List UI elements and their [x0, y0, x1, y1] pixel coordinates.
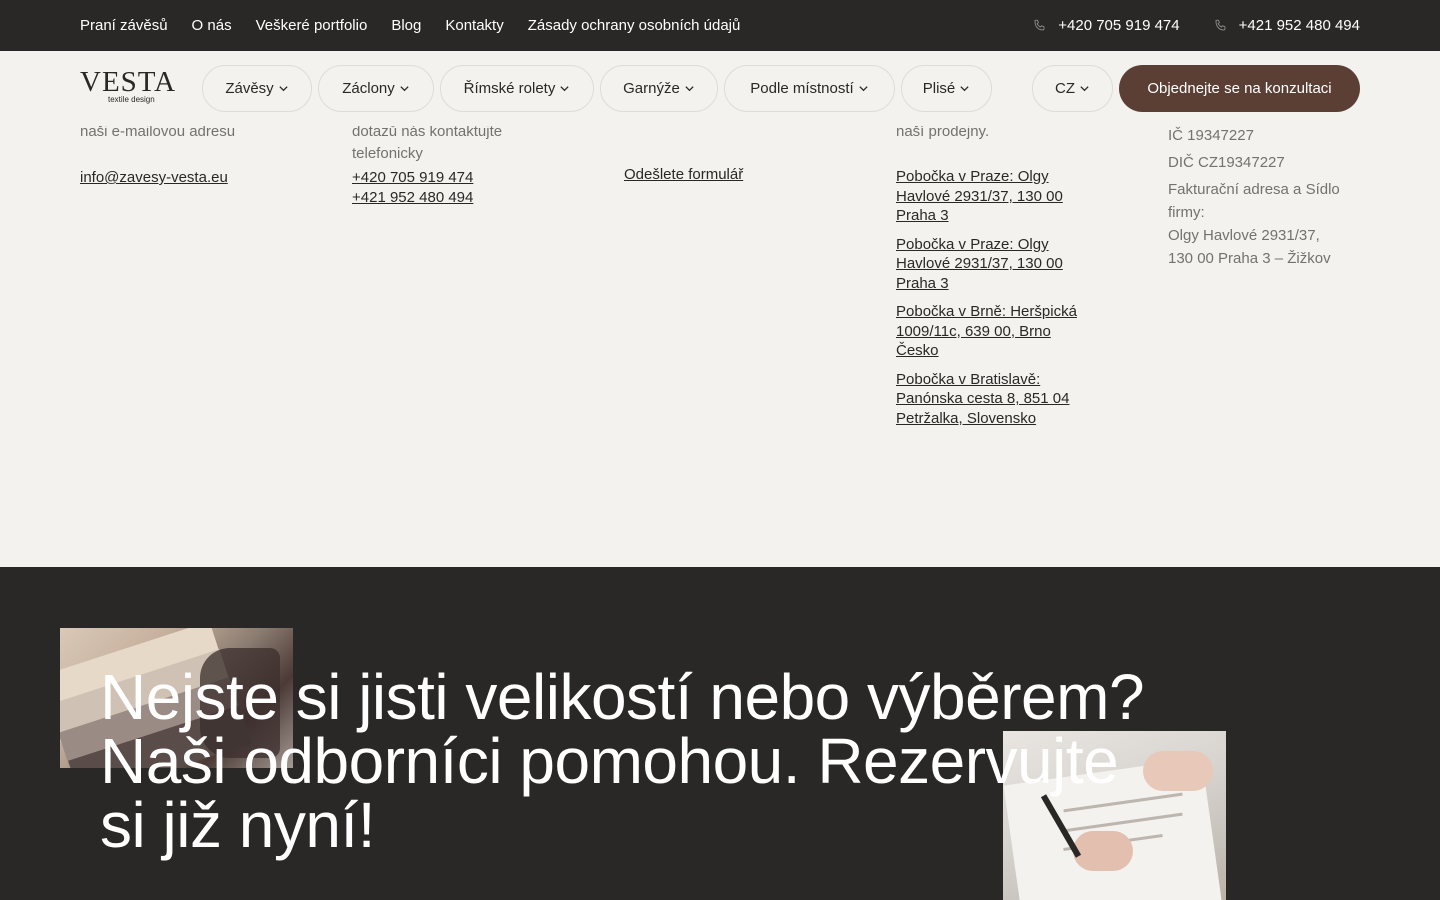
language-label: CZ [1055, 80, 1075, 97]
company-ic: IČ 19347227 [1168, 127, 1254, 144]
contact-phone-link-cz[interactable]: +420 705 919 474 [352, 168, 592, 188]
contact-email-link[interactable]: info@zavesy-vesta.eu [80, 168, 320, 188]
contact-phone-link-sk[interactable]: +421 952 480 494 [352, 188, 592, 208]
top-link-portfolio[interactable]: Veškeré portfolio [256, 17, 368, 34]
company-address-label-1: Fakturační adresa a Sídlo [1168, 181, 1340, 198]
top-phone-cz-label: +420 705 919 474 [1058, 17, 1180, 34]
store-link-line: 1009/11c, 639 00, Brno [896, 322, 1051, 340]
store-link-line: Pobočka v Bratislavě: [896, 370, 1041, 388]
nav-label: Závěsy [225, 80, 274, 97]
store-link-brno[interactable]: Pobočka v Brně: Heršpická 1009/11c, 639 … [896, 302, 1126, 361]
contact-stores-column: naší prodejny. Pobočka v Praze: Olgy Hav… [896, 121, 1126, 428]
top-phone-sk[interactable]: +421 952 480 494 [1214, 17, 1360, 34]
top-link-blog[interactable]: Blog [391, 17, 421, 34]
store-link-line: Česko [896, 342, 939, 359]
language-selector[interactable]: CZ [1032, 65, 1113, 112]
top-links: Praní závěsů O nás Veškeré portfolio Blo… [80, 0, 740, 51]
logo-wordmark: VESTA [80, 66, 177, 98]
consultation-button[interactable]: Objednejte se na konzultaci [1119, 65, 1360, 112]
nav-label: Římské rolety [463, 80, 556, 97]
chevron-down-icon [560, 86, 569, 92]
banner-headline-line: Naši odborníci pomohou. Rezervujte [100, 725, 1119, 797]
top-link-kontakty[interactable]: Kontakty [445, 17, 503, 34]
store-link-line: Pobočka v Praze: Olgy [896, 168, 1049, 185]
chevron-down-icon [859, 86, 868, 92]
banner-headline: Nejste si jisti velikostí nebo výběrem? … [100, 665, 1180, 857]
chevron-down-icon [400, 86, 409, 92]
nav-rimske-rolety[interactable]: Římské rolety [440, 65, 594, 112]
contact-form-link[interactable]: Odešlete formulář [624, 165, 864, 185]
store-link-line: Praha 3 [896, 207, 949, 224]
top-link-privacy[interactable]: Zásady ochrany osobních údajů [528, 17, 741, 34]
store-link-line: Havlové 2931/37, 130 00 [896, 255, 1063, 272]
contact-email-column: naši e-mailovou adresu info@zavesy-vesta… [80, 121, 320, 188]
phone-icon [1034, 19, 1045, 31]
top-link-o-nas[interactable]: O nás [192, 17, 232, 34]
store-link-line: Pobočka v Brně: Heršpická [896, 303, 1077, 320]
store-link-bratislava[interactable]: Pobočka v Bratislavě: Panónska cesta 8, … [896, 370, 1126, 429]
banner-headline-line: Nejste si jisti velikostí nebo výběrem? [100, 661, 1145, 733]
nav-label: Plisé [922, 80, 956, 97]
company-address-2: 130 00 Praha 3 – Žižkov [1168, 250, 1331, 267]
nav-label: Podle místností [750, 80, 854, 97]
chevron-down-icon [279, 86, 288, 92]
store-link-line: Pobočka v Praze: Olgy [896, 235, 1049, 253]
chevron-down-icon [685, 86, 694, 92]
nav-podle-mistnosti[interactable]: Podle místností [724, 65, 895, 112]
company-dic: DIČ CZ19347227 [1168, 154, 1285, 171]
store-link-praha-2[interactable]: Pobočka v Praze: Olgy Havlové 2931/37, 1… [896, 235, 1126, 294]
contact-phone-column: dotazů nás kontaktujte telefonicky +420 … [352, 121, 592, 207]
company-address-1: Olgy Havlové 2931/37, [1168, 227, 1320, 244]
company-address-label-2: firmy: [1168, 204, 1205, 221]
contact-form-column: Odešlete formulář [624, 165, 864, 185]
store-link-praha-1[interactable]: Pobočka v Praze: Olgy Havlové 2931/37, 1… [896, 167, 1126, 226]
nav-zaclony[interactable]: Záclony [318, 65, 434, 112]
store-link-line: Praha 3 [896, 274, 949, 292]
top-link-prani[interactable]: Praní závěsů [80, 17, 168, 34]
chevron-down-icon [1080, 86, 1089, 92]
logo[interactable]: VESTA textile design [80, 68, 186, 108]
nav-plise[interactable]: Plisé [901, 65, 992, 112]
top-phone-sk-label: +421 952 480 494 [1238, 17, 1360, 34]
nav-zavesy[interactable]: Závěsy [202, 65, 312, 112]
store-link-line: Havlové 2931/37, 130 00 [896, 187, 1063, 205]
store-link-line: Panónska cesta 8, 851 04 [896, 390, 1070, 407]
logo-tagline: textile design [108, 95, 155, 104]
top-phones: +420 705 919 474 +421 952 480 494 [1033, 0, 1360, 51]
chevron-down-icon [960, 86, 969, 92]
store-link-line: Petržalka, Slovensko [896, 409, 1037, 427]
nav-label: Garnýže [623, 80, 680, 97]
phone-icon [1215, 19, 1225, 31]
contact-phone-text-2: telefonicky [352, 145, 423, 162]
banner-headline-line: si již nyní! [100, 789, 375, 861]
company-info-column: IČ 19347227 DIČ CZ19347227 Fakturační ad… [1168, 124, 1388, 270]
top-bar: Praní závěsů O nás Veškeré portfolio Blo… [0, 0, 1440, 51]
nav-garnyze[interactable]: Garnýže [600, 65, 718, 112]
consultation-banner: Nejste si jisti velikostí nebo výběrem? … [0, 567, 1440, 900]
top-phone-cz[interactable]: +420 705 919 474 [1033, 17, 1180, 34]
nav-label: Záclony [342, 80, 395, 97]
